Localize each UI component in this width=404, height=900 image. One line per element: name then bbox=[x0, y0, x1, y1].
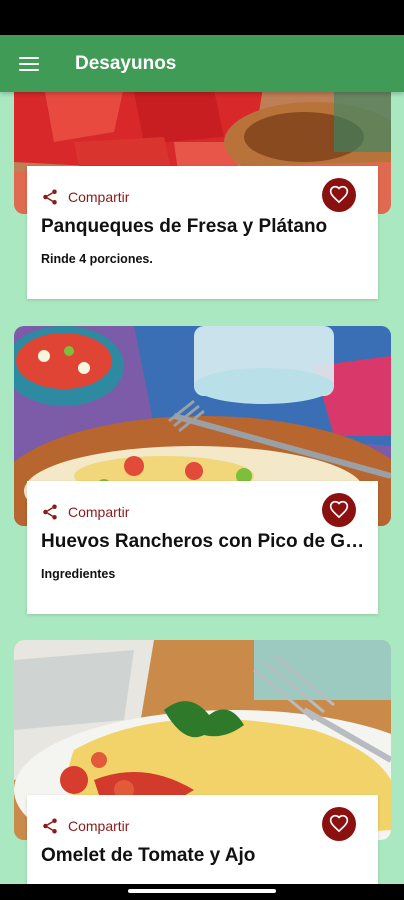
favorite-button[interactable] bbox=[322, 807, 356, 841]
share-icon bbox=[43, 504, 57, 520]
recipe-info-panel: Compartir Huevos Rancheros con Pico de G… bbox=[27, 481, 378, 614]
app-bar: Desayunos bbox=[0, 35, 404, 92]
recipe-list[interactable]: Compartir Panqueques de Fresa y Plátano … bbox=[0, 92, 404, 884]
heart-icon bbox=[329, 185, 349, 204]
share-button[interactable]: Compartir bbox=[41, 188, 129, 206]
home-gesture-handle[interactable] bbox=[128, 889, 276, 893]
heart-icon bbox=[329, 500, 349, 519]
share-button[interactable]: Compartir bbox=[41, 503, 129, 521]
share-icon bbox=[43, 818, 57, 834]
recipe-subtitle: Ingredientes bbox=[41, 567, 116, 581]
share-label: Compartir bbox=[68, 504, 130, 520]
share-button[interactable]: Compartir bbox=[41, 817, 129, 835]
heart-icon bbox=[329, 814, 349, 833]
recipe-title: Omelet de Tomate y Ajo bbox=[41, 845, 256, 866]
hamburger-menu-icon[interactable] bbox=[19, 56, 39, 72]
share-label: Compartir bbox=[68, 818, 130, 834]
recipe-card[interactable]: Compartir Omelet de Tomate y Ajo bbox=[14, 640, 391, 884]
favorite-button[interactable] bbox=[322, 178, 356, 212]
system-nav-bar bbox=[0, 884, 404, 900]
status-bar bbox=[0, 0, 404, 35]
page-title: Desayunos bbox=[75, 52, 177, 74]
recipe-title: Panqueques de Fresa y Plátano bbox=[41, 216, 328, 237]
share-icon bbox=[43, 189, 57, 205]
share-label: Compartir bbox=[68, 189, 130, 205]
recipe-card[interactable]: Compartir Huevos Rancheros con Pico de G… bbox=[14, 326, 391, 616]
recipe-card[interactable]: Compartir Panqueques de Fresa y Plátano … bbox=[14, 92, 391, 300]
recipe-subtitle: Rinde 4 porciones. bbox=[41, 252, 153, 266]
recipe-info-panel: Compartir Panqueques de Fresa y Plátano … bbox=[27, 166, 378, 299]
favorite-button[interactable] bbox=[322, 493, 356, 527]
recipe-info-panel: Compartir Omelet de Tomate y Ajo bbox=[27, 795, 378, 884]
recipe-title: Huevos Rancheros con Pico de Gallo bbox=[41, 531, 366, 552]
